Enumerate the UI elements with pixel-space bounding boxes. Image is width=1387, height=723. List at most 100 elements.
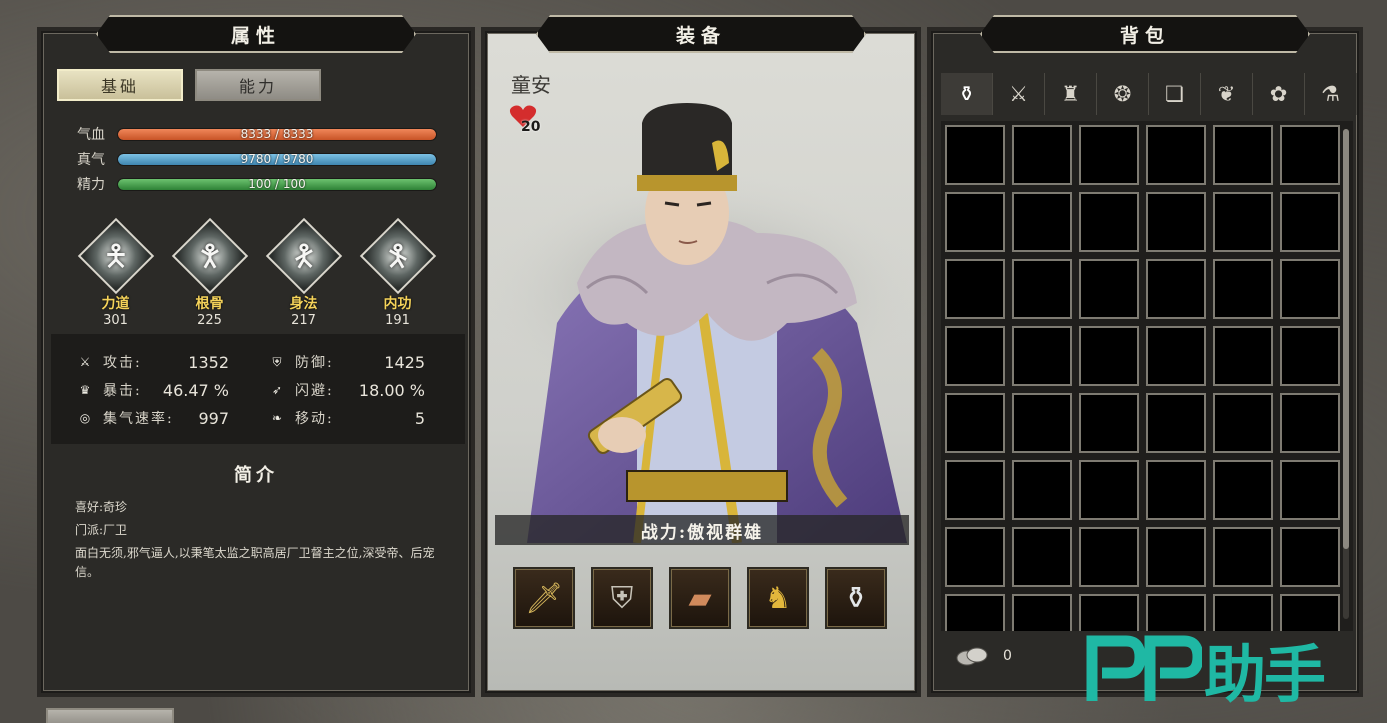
equip-slot-boots[interactable]: ♞ xyxy=(747,567,809,629)
inventory-tab-accessory-icon[interactable]: ❂ xyxy=(1097,73,1149,115)
inventory-tab-all-items-icon[interactable]: ⚱ xyxy=(941,73,993,115)
strength-label: 力道 xyxy=(101,296,130,312)
inventory-slot[interactable] xyxy=(945,460,1005,520)
boots-item-icon: ♞ xyxy=(764,580,792,616)
inventory-slot[interactable] xyxy=(1146,460,1206,520)
inventory-slot[interactable] xyxy=(1280,125,1340,185)
inventory-slot[interactable] xyxy=(945,527,1005,587)
inventory-slot[interactable] xyxy=(1146,527,1206,587)
inventory-slot[interactable] xyxy=(1079,527,1139,587)
inventory-slot[interactable] xyxy=(1012,125,1072,185)
inventory-slot[interactable] xyxy=(1213,527,1273,587)
equip-slot-vambrace[interactable]: ▰ xyxy=(669,567,731,629)
accessory-icon: ❂ xyxy=(1113,82,1132,106)
equipment-slots: 🗡 ⛨ ▰ ♞ ⚱ xyxy=(513,567,887,629)
inventory-slot[interactable] xyxy=(1280,326,1340,386)
inventory-tab-misc-icon[interactable]: ⚗ xyxy=(1305,73,1357,115)
inventory-slot[interactable] xyxy=(1012,192,1072,252)
attribute-strength[interactable]: 🯅 力道 301 xyxy=(77,217,154,328)
inventory-slot[interactable] xyxy=(1146,393,1206,453)
mp-label: 真气 xyxy=(77,152,105,168)
inventory-slot[interactable] xyxy=(1012,326,1072,386)
inventory-slot[interactable] xyxy=(1012,259,1072,319)
silver-coins-icon xyxy=(956,647,988,666)
stamina-label: 精力 xyxy=(77,177,105,193)
equipment-panel-header: 装备 xyxy=(536,15,866,53)
inventory-slot[interactable] xyxy=(1213,393,1273,453)
crit-label: 暴击: xyxy=(103,383,142,399)
dodge-value: 18.00 % xyxy=(358,381,425,400)
sword-icon: ⚔ xyxy=(79,355,91,369)
inventory-slot[interactable] xyxy=(945,594,1005,631)
inventory-slot[interactable] xyxy=(1213,192,1273,252)
lotus-icon: ✿ xyxy=(1269,82,1288,106)
move-stat: ❧ 移动: xyxy=(269,408,334,428)
inventory-slot[interactable] xyxy=(1079,192,1139,252)
inventory-slot[interactable] xyxy=(945,393,1005,453)
inventory-slot[interactable] xyxy=(1146,326,1206,386)
inventory-slot[interactable] xyxy=(1146,192,1206,252)
inner-power-figure-icon: 🯈 xyxy=(359,217,436,295)
inventory-slot[interactable] xyxy=(1079,393,1139,453)
inventory-slot[interactable] xyxy=(1280,527,1340,587)
inventory-slot[interactable] xyxy=(1146,259,1206,319)
equip-slot-weapon[interactable]: 🗡 xyxy=(513,567,575,629)
inventory-tab-lotus-icon[interactable]: ✿ xyxy=(1253,73,1305,115)
inventory-slot[interactable] xyxy=(945,125,1005,185)
attribute-icons: 🯅 力道 301 🯆 根骨 225 🯇 身法 217 🯈 内功 191 xyxy=(77,217,436,328)
inventory-grid-container xyxy=(941,121,1353,631)
inventory-slot[interactable] xyxy=(1146,125,1206,185)
crit-icon: ♛ xyxy=(79,383,91,397)
inventory-slot[interactable] xyxy=(945,259,1005,319)
attribute-inner-power[interactable]: 🯈 内功 191 xyxy=(359,217,436,328)
crit-value: 46.47 % xyxy=(162,381,229,400)
inventory-slot[interactable] xyxy=(1012,527,1072,587)
vambrace-item-icon: ▰ xyxy=(688,580,712,616)
inventory-slot[interactable] xyxy=(1213,326,1273,386)
inventory-tab-armor-icon[interactable]: ♜ xyxy=(1045,73,1097,115)
inventory-slot[interactable] xyxy=(945,326,1005,386)
qi-rate-icon: ◎ xyxy=(79,411,91,425)
intro-title: 简介 xyxy=(234,465,278,486)
equip-slot-armor[interactable]: ⛨ xyxy=(591,567,653,629)
inventory-panel: 背包 ⚱ ⚔ ♜ ❂ ❏ ❦ ✿ ⚗ 0 xyxy=(931,31,1359,693)
agility-value: 217 xyxy=(291,313,316,328)
inventory-slot[interactable] xyxy=(1213,125,1273,185)
tab-basic[interactable]: 基础 xyxy=(57,69,183,101)
tab-ability[interactable]: 能力 xyxy=(195,69,321,101)
pp-assistant-watermark: 助手 xyxy=(1086,624,1326,714)
inventory-slot[interactable] xyxy=(945,192,1005,252)
inventory-tab-book-icon[interactable]: ❏ xyxy=(1149,73,1201,115)
inventory-slot[interactable] xyxy=(1079,125,1139,185)
inventory-tabs: ⚱ ⚔ ♜ ❂ ❏ ❦ ✿ ⚗ xyxy=(941,73,1357,115)
character-portrait xyxy=(487,103,917,543)
inventory-scroll-thumb[interactable] xyxy=(1343,129,1349,549)
inventory-slot[interactable] xyxy=(1012,460,1072,520)
attribute-agility[interactable]: 🯇 身法 217 xyxy=(265,217,342,328)
inventory-slot[interactable] xyxy=(1280,460,1340,520)
inventory-slot[interactable] xyxy=(1213,259,1273,319)
defense-stat: ⛨ 防御: xyxy=(269,352,334,372)
attribute-constitution[interactable]: 🯆 根骨 225 xyxy=(171,217,248,328)
move-value: 5 xyxy=(414,409,425,428)
inventory-tab-weapons-icon[interactable]: ⚔ xyxy=(993,73,1045,115)
equip-slot-accessory[interactable]: ⚱ xyxy=(825,567,887,629)
strength-figure-icon: 🯅 xyxy=(77,217,154,295)
inventory-tab-herb-icon[interactable]: ❦ xyxy=(1201,73,1253,115)
inventory-slot[interactable] xyxy=(1213,460,1273,520)
inventory-slot[interactable] xyxy=(1079,259,1139,319)
dodge-icon: ➶ xyxy=(271,383,283,397)
inventory-slot[interactable] xyxy=(1280,393,1340,453)
money-value: 0 xyxy=(1003,648,1012,664)
inventory-slot[interactable] xyxy=(1079,460,1139,520)
inventory-slot[interactable] xyxy=(1280,259,1340,319)
inventory-slot[interactable] xyxy=(1012,594,1072,631)
attributes-panel-title: 属性 xyxy=(230,24,281,47)
defense-value: 1425 xyxy=(384,353,425,372)
inventory-slot[interactable] xyxy=(1280,192,1340,252)
inventory-slot[interactable] xyxy=(1012,393,1072,453)
inventory-slot[interactable] xyxy=(1079,326,1139,386)
hp-value: 8333 / 8333 xyxy=(240,127,314,141)
bottom-button[interactable] xyxy=(46,708,174,723)
inventory-scrollbar[interactable] xyxy=(1343,129,1349,619)
